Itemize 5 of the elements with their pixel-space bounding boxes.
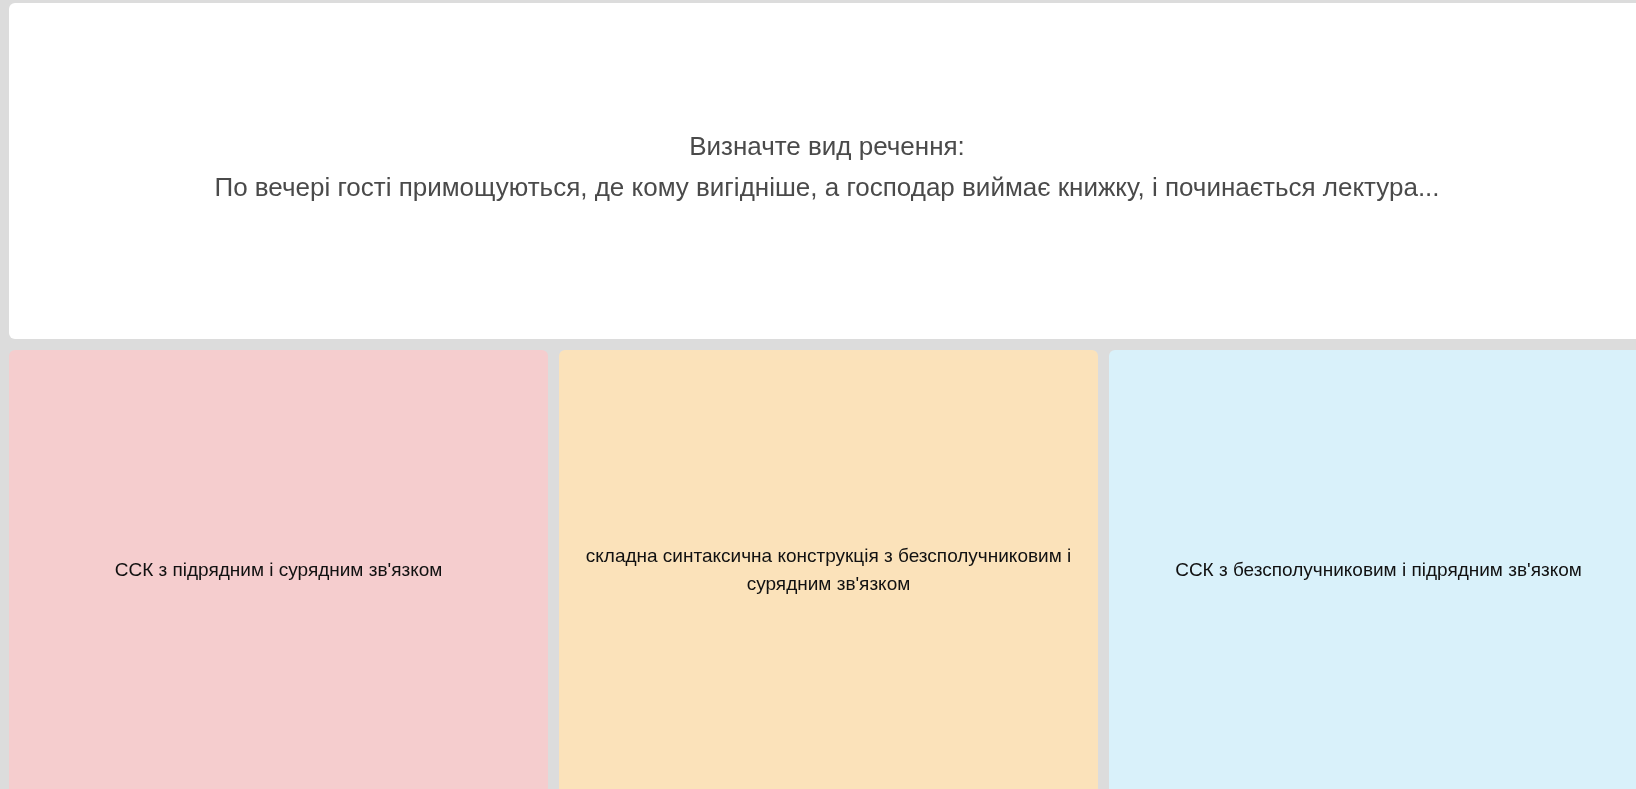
answer-option[interactable]: ССК з безсполучниковим і підрядним зв'язком	[1109, 350, 1636, 789]
answer-option[interactable]: ССК з підрядним і сурядним зв'язком	[9, 350, 548, 789]
answer-option[interactable]: складна синтаксична конструкція з безсполучниковим і сурядним зв'язком	[559, 350, 1098, 789]
question-prompt: Визначте вид речення:	[689, 131, 965, 162]
question-sentence: По вечері гості примощуються, де кому вигідніше, а господар виймає книжку, і починається лектура...	[214, 172, 1440, 203]
